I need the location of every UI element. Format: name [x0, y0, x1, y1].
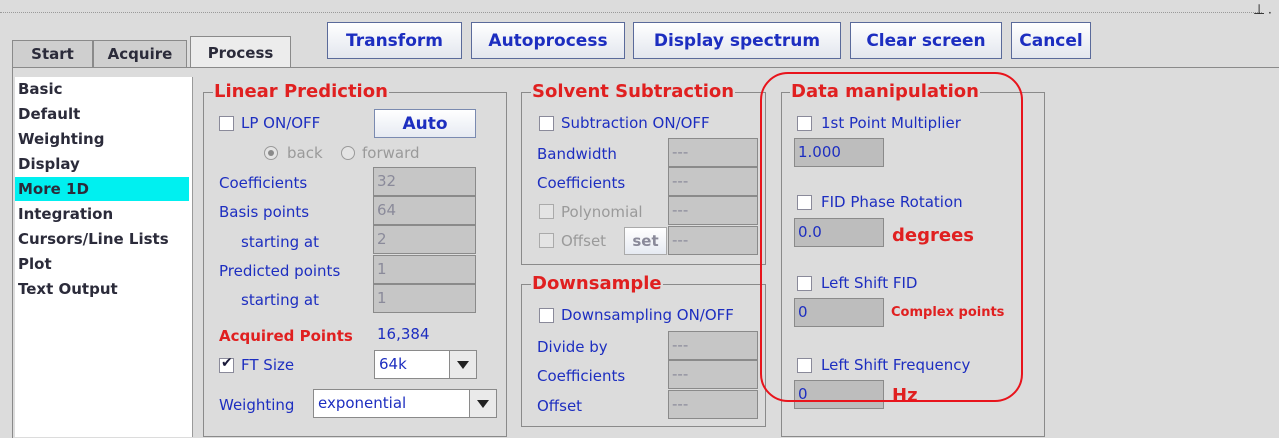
left-shift-frequency-field[interactable]: 0: [794, 380, 884, 409]
lp-coefficients-field[interactable]: 32: [373, 167, 476, 196]
divide-by-label: Divide by: [537, 338, 608, 356]
bandwidth-field[interactable]: ---: [668, 138, 758, 167]
nav-item-more-1d[interactable]: More 1D: [15, 177, 189, 201]
basis-points-field[interactable]: 64: [373, 196, 476, 225]
display-spectrum-button[interactable]: Display spectrum: [633, 22, 841, 59]
checkmark-icon: ✔: [221, 355, 233, 371]
dock-icon[interactable]: ·: [1268, 6, 1272, 20]
autoprocess-button[interactable]: Autoprocess: [471, 22, 625, 59]
nav-item-cursors-line-lists[interactable]: Cursors/Line Lists: [18, 227, 169, 251]
acquired-points-label: Acquired Points: [219, 327, 353, 345]
hz-unit-label: Hz: [892, 385, 918, 406]
nav-item-integration[interactable]: Integration: [18, 202, 113, 226]
polynomial-label: Polynomial: [561, 203, 643, 221]
subtraction-onoff-checkbox[interactable]: [539, 116, 554, 131]
ft-size-checkbox[interactable]: ✔: [219, 355, 234, 373]
first-point-multiplier-field[interactable]: 1.000: [794, 138, 884, 167]
first-point-multiplier-checkbox[interactable]: [797, 116, 812, 131]
nav-item-basic[interactable]: Basic: [18, 77, 63, 101]
polynomial-field[interactable]: ---: [668, 196, 758, 225]
chevron-down-icon[interactable]: [469, 390, 496, 417]
process-nav-list[interactable]: Basic Default Weighting Display More 1D …: [15, 77, 193, 437]
nav-item-default[interactable]: Default: [18, 102, 80, 126]
offset-checkbox[interactable]: [539, 233, 554, 248]
downsampling-onoff-label: Downsampling ON/OFF: [561, 306, 734, 324]
subtraction-onoff-label: Subtraction ON/OFF: [561, 114, 710, 132]
first-point-multiplier-label: 1st Point Multiplier: [821, 114, 961, 132]
left-shift-fid-checkbox[interactable]: [797, 276, 812, 291]
acquired-points-value: 16,384: [377, 325, 430, 343]
solvent-subtraction-title: Solvent Subtraction: [531, 81, 736, 102]
nav-item-text-output[interactable]: Text Output: [18, 277, 118, 301]
predicted-points-field[interactable]: 1: [373, 255, 476, 284]
weighting-label: Weighting: [219, 396, 295, 414]
clear-screen-button[interactable]: Clear screen: [850, 22, 1002, 59]
predicted-starting-at-label: starting at: [241, 291, 319, 309]
left-shift-fid-label: Left Shift FID: [821, 274, 918, 292]
ft-size-value: 64k: [379, 355, 407, 373]
tab-start[interactable]: Start: [12, 40, 93, 67]
ft-size-label: FT Size: [241, 356, 295, 374]
ss-coefficients-label: Coefficients: [537, 174, 626, 192]
left-shift-frequency-checkbox[interactable]: [797, 358, 812, 373]
left-shift-fid-field[interactable]: 0: [794, 298, 884, 327]
ss-offset-field[interactable]: ---: [668, 226, 758, 255]
predicted-starting-at-field[interactable]: 1: [373, 284, 476, 313]
fid-phase-rotation-label: FID Phase Rotation: [821, 193, 963, 211]
degrees-unit-label: degrees: [892, 225, 974, 246]
left-shift-frequency-label: Left Shift Frequency: [821, 356, 971, 374]
data-manipulation-title: Data manipulation: [790, 81, 980, 102]
ds-coefficients-field[interactable]: ---: [668, 360, 758, 389]
pin-icon[interactable]: ⊥: [1253, 2, 1265, 18]
basis-starting-at-field[interactable]: 2: [373, 225, 476, 254]
lp-coefficients-label: Coefficients: [219, 174, 308, 192]
downsampling-onoff-checkbox[interactable]: [539, 308, 554, 323]
polynomial-checkbox[interactable]: [539, 204, 554, 219]
set-button[interactable]: set: [624, 227, 667, 255]
basis-points-label: Basis points: [219, 203, 310, 221]
top-dotted-separator: [0, 12, 1262, 13]
ds-offset-field[interactable]: ---: [668, 390, 758, 419]
tab-acquire[interactable]: Acquire: [93, 40, 187, 67]
ss-offset-label: Offset: [561, 232, 607, 250]
nav-item-plot[interactable]: Plot: [18, 252, 52, 276]
divide-by-field[interactable]: ---: [668, 331, 758, 360]
nav-item-display[interactable]: Display: [18, 152, 80, 176]
lp-onoff-label: LP ON/OFF: [241, 114, 321, 132]
tab-process[interactable]: Process: [190, 36, 291, 68]
nav-item-weighting[interactable]: Weighting: [18, 127, 104, 151]
weighting-select[interactable]: exponential: [313, 389, 497, 418]
back-radio[interactable]: [264, 146, 278, 160]
chevron-down-icon[interactable]: [449, 351, 476, 378]
cancel-button[interactable]: Cancel: [1011, 22, 1091, 59]
bandwidth-label: Bandwidth: [537, 145, 617, 163]
basis-starting-at-label: starting at: [241, 233, 319, 251]
downsample-title: Downsample: [531, 273, 663, 294]
ss-coefficients-field[interactable]: ---: [668, 167, 758, 196]
lp-onoff-checkbox[interactable]: [219, 116, 234, 131]
forward-radio[interactable]: [341, 146, 355, 160]
linear-prediction-title: Linear Prediction: [213, 81, 389, 102]
forward-label: forward: [362, 144, 420, 162]
back-label: back: [287, 144, 323, 162]
fid-phase-rotation-field[interactable]: 0.0: [794, 218, 884, 247]
transform-button[interactable]: Transform: [327, 22, 462, 59]
auto-button[interactable]: Auto: [374, 109, 476, 138]
ds-offset-label: Offset: [537, 397, 583, 415]
complex-points-unit-label: Complex points: [891, 305, 1005, 320]
ft-size-select[interactable]: 64k: [374, 350, 477, 379]
predicted-points-label: Predicted points: [219, 262, 341, 280]
ds-coefficients-label: Coefficients: [537, 367, 626, 385]
weighting-value: exponential: [318, 394, 407, 412]
fid-phase-rotation-checkbox[interactable]: [797, 195, 812, 210]
